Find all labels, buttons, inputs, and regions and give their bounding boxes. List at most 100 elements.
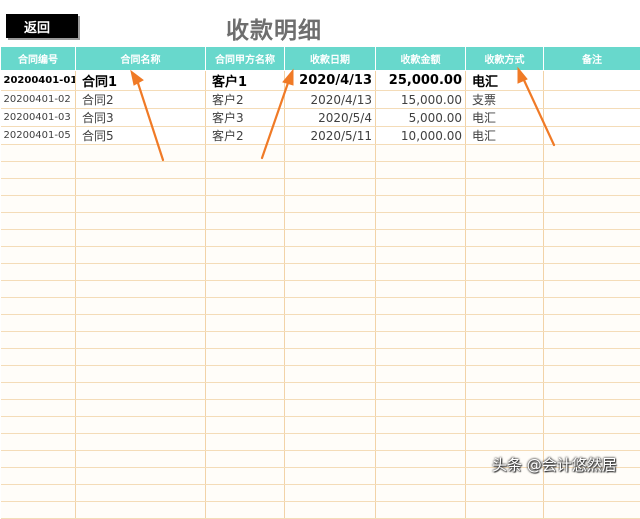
empty-cell[interactable] [1,417,76,434]
empty-cell[interactable] [285,315,376,332]
empty-cell[interactable] [376,162,466,179]
cell-receipt-date[interactable]: 2020/5/4 [285,109,376,127]
cell-client-name[interactable]: 客户2 [206,127,285,145]
empty-cell[interactable] [285,332,376,349]
empty-cell[interactable] [206,230,285,247]
empty-cell[interactable] [285,451,376,468]
empty-cell[interactable] [376,502,466,519]
empty-cell[interactable] [466,434,544,451]
empty-cell[interactable] [285,468,376,485]
empty-cell[interactable] [285,400,376,417]
empty-cell[interactable] [76,230,206,247]
empty-cell[interactable] [206,400,285,417]
empty-cell[interactable] [544,332,640,349]
empty-cell[interactable] [206,434,285,451]
empty-cell[interactable] [285,264,376,281]
empty-cell[interactable] [376,332,466,349]
empty-cell[interactable] [285,145,376,162]
cell-contract-name[interactable]: 合同2 [76,91,206,109]
empty-cell[interactable] [376,230,466,247]
empty-cell[interactable] [1,451,76,468]
empty-cell[interactable] [466,213,544,230]
empty-cell[interactable] [544,162,640,179]
empty-cell[interactable] [206,145,285,162]
empty-cell[interactable] [285,247,376,264]
empty-cell[interactable] [206,264,285,281]
header-contract-name[interactable]: 合同名称 [76,47,206,71]
cell-payment-method[interactable]: 电汇 [466,109,544,127]
cell-receipt-date[interactable]: 2020/4/13 [285,91,376,109]
empty-cell[interactable] [466,196,544,213]
empty-cell[interactable] [376,315,466,332]
empty-cell[interactable] [544,145,640,162]
empty-cell[interactable] [206,213,285,230]
empty-cell[interactable] [544,179,640,196]
cell-receipt-amount[interactable]: 25,000.00 [376,71,466,91]
empty-cell[interactable] [466,281,544,298]
cell-client-name[interactable]: 客户2 [206,91,285,109]
cell-contract-name[interactable]: 合同3 [76,109,206,127]
empty-cell[interactable] [76,400,206,417]
empty-cell[interactable] [466,400,544,417]
empty-cell[interactable] [1,162,76,179]
empty-cell[interactable] [1,196,76,213]
cell-remarks[interactable] [544,71,640,91]
header-client-name[interactable]: 合同甲方名称 [206,47,285,71]
empty-cell[interactable] [466,349,544,366]
empty-cell[interactable] [376,247,466,264]
empty-cell[interactable] [544,485,640,502]
empty-cell[interactable] [76,417,206,434]
cell-contract-no[interactable]: 20200401-02 [1,91,76,109]
empty-cell[interactable] [1,145,76,162]
cell-contract-no[interactable]: 20200401-01 [1,71,76,91]
cell-receipt-date[interactable]: 2020/4/13 [285,71,376,91]
empty-cell[interactable] [376,400,466,417]
empty-cell[interactable] [206,417,285,434]
cell-client-name[interactable]: 客户1 [206,71,285,91]
cell-contract-no[interactable]: 20200401-03 [1,109,76,127]
empty-cell[interactable] [285,281,376,298]
cell-receipt-amount[interactable]: 10,000.00 [376,127,466,145]
empty-cell[interactable] [76,281,206,298]
empty-cell[interactable] [76,179,206,196]
empty-cell[interactable] [76,502,206,519]
empty-cell[interactable] [1,247,76,264]
empty-cell[interactable] [1,349,76,366]
empty-cell[interactable] [206,298,285,315]
empty-cell[interactable] [376,264,466,281]
empty-cell[interactable] [376,179,466,196]
empty-cell[interactable] [376,281,466,298]
empty-cell[interactable] [1,400,76,417]
empty-cell[interactable] [285,298,376,315]
empty-cell[interactable] [76,468,206,485]
empty-cell[interactable] [544,349,640,366]
empty-cell[interactable] [206,349,285,366]
empty-cell[interactable] [1,366,76,383]
empty-cell[interactable] [206,162,285,179]
empty-cell[interactable] [206,485,285,502]
empty-cell[interactable] [376,468,466,485]
cell-contract-name[interactable]: 合同1 [76,71,206,91]
header-remarks[interactable]: 备注 [544,47,640,71]
empty-cell[interactable] [76,247,206,264]
empty-cell[interactable] [206,179,285,196]
empty-cell[interactable] [76,485,206,502]
empty-cell[interactable] [206,247,285,264]
empty-cell[interactable] [544,383,640,400]
empty-cell[interactable] [285,366,376,383]
empty-cell[interactable] [206,332,285,349]
empty-cell[interactable] [544,366,640,383]
empty-cell[interactable] [544,502,640,519]
empty-cell[interactable] [466,162,544,179]
empty-cell[interactable] [1,298,76,315]
empty-cell[interactable] [76,451,206,468]
cell-contract-name[interactable]: 合同5 [76,127,206,145]
cell-remarks[interactable] [544,91,640,109]
cell-remarks[interactable] [544,127,640,145]
empty-cell[interactable] [1,315,76,332]
empty-cell[interactable] [285,502,376,519]
header-payment-method[interactable]: 收款方式 [466,47,544,71]
empty-cell[interactable] [206,451,285,468]
empty-cell[interactable] [376,451,466,468]
empty-cell[interactable] [376,417,466,434]
